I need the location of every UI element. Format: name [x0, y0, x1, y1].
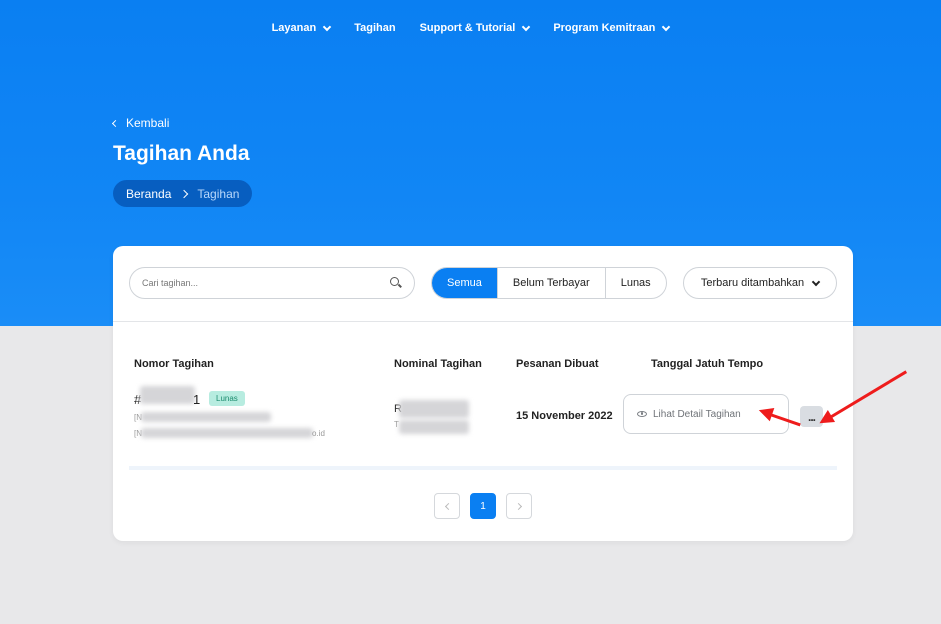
- prev-page-button[interactable]: [434, 493, 460, 519]
- invoice-card: Semua Belum Terbayar Lunas Terbaru ditam…: [113, 246, 853, 541]
- chevron-right-icon: [514, 502, 522, 510]
- sort-label: Terbaru ditambahkan: [700, 277, 805, 289]
- nav-label: Tagihan: [354, 22, 396, 34]
- divider: [113, 321, 853, 322]
- nav-layanan[interactable]: Layanan: [271, 22, 332, 34]
- chevron-down-icon: [322, 22, 332, 31]
- page-title: Tagihan Anda: [113, 142, 250, 165]
- nav-label: Support & Tutorial: [419, 22, 516, 34]
- chevron-right-icon: [180, 189, 189, 198]
- redacted-line: [141, 428, 313, 438]
- status-filter: Semua Belum Terbayar Lunas: [431, 267, 667, 299]
- breadcrumb-current: Tagihan: [197, 186, 240, 201]
- redacted-nominal-sub: [399, 420, 469, 434]
- redacted-line: [141, 412, 271, 422]
- page-button[interactable]: 1: [470, 493, 496, 519]
- chevron-down-icon: [811, 277, 821, 286]
- next-page-button[interactable]: [506, 493, 532, 519]
- redacted-invoice-number: [140, 386, 195, 404]
- more-icon: ...: [807, 409, 816, 424]
- nav-kemitraan[interactable]: Program Kemitraan: [553, 22, 671, 34]
- email-suffix: o.id: [312, 429, 325, 438]
- created-date: 15 November 2022: [516, 410, 613, 422]
- filter-lunas[interactable]: Lunas: [604, 268, 666, 298]
- chevron-down-icon: [522, 22, 531, 31]
- header-dibuat: Pesanan Dibuat: [516, 358, 599, 370]
- header-nomor: Nomor Tagihan: [134, 358, 214, 370]
- header-nominal: Nominal Tagihan: [394, 358, 482, 370]
- search-box: [129, 267, 415, 299]
- view-detail-label: Lihat Detail Tagihan: [653, 408, 741, 420]
- sort-dropdown[interactable]: Terbaru ditambahkan: [683, 267, 837, 299]
- row-separator: [129, 466, 837, 470]
- breadcrumb: Beranda Tagihan: [113, 180, 253, 207]
- chevron-left-icon: [111, 119, 120, 127]
- header-jatuh-tempo: Tanggal Jatuh Tempo: [651, 358, 764, 370]
- chevron-left-icon: [444, 502, 452, 510]
- nav-label: Layanan: [271, 22, 317, 34]
- nav-tagihan[interactable]: Tagihan: [354, 22, 395, 34]
- nav-support[interactable]: Support & Tutorial: [419, 22, 531, 34]
- nav-label: Program Kemitraan: [553, 22, 656, 34]
- back-label: Kembali: [126, 116, 170, 130]
- invoice-number-suffix: 1: [193, 392, 201, 407]
- search-input[interactable]: [142, 278, 390, 288]
- eye-icon: [637, 411, 647, 417]
- filter-belum-terbayar[interactable]: Belum Terbayar: [496, 268, 605, 298]
- search-icon[interactable]: [390, 277, 402, 289]
- breadcrumb-home[interactable]: Beranda: [126, 187, 171, 201]
- back-link[interactable]: Kembali: [111, 116, 170, 130]
- status-badge: Lunas: [209, 391, 245, 406]
- redacted-nominal: [399, 400, 469, 418]
- top-nav: Layanan Tagihan Support & Tutorial Progr…: [0, 22, 941, 34]
- chevron-down-icon: [662, 22, 671, 31]
- filter-semua[interactable]: Semua: [432, 268, 497, 298]
